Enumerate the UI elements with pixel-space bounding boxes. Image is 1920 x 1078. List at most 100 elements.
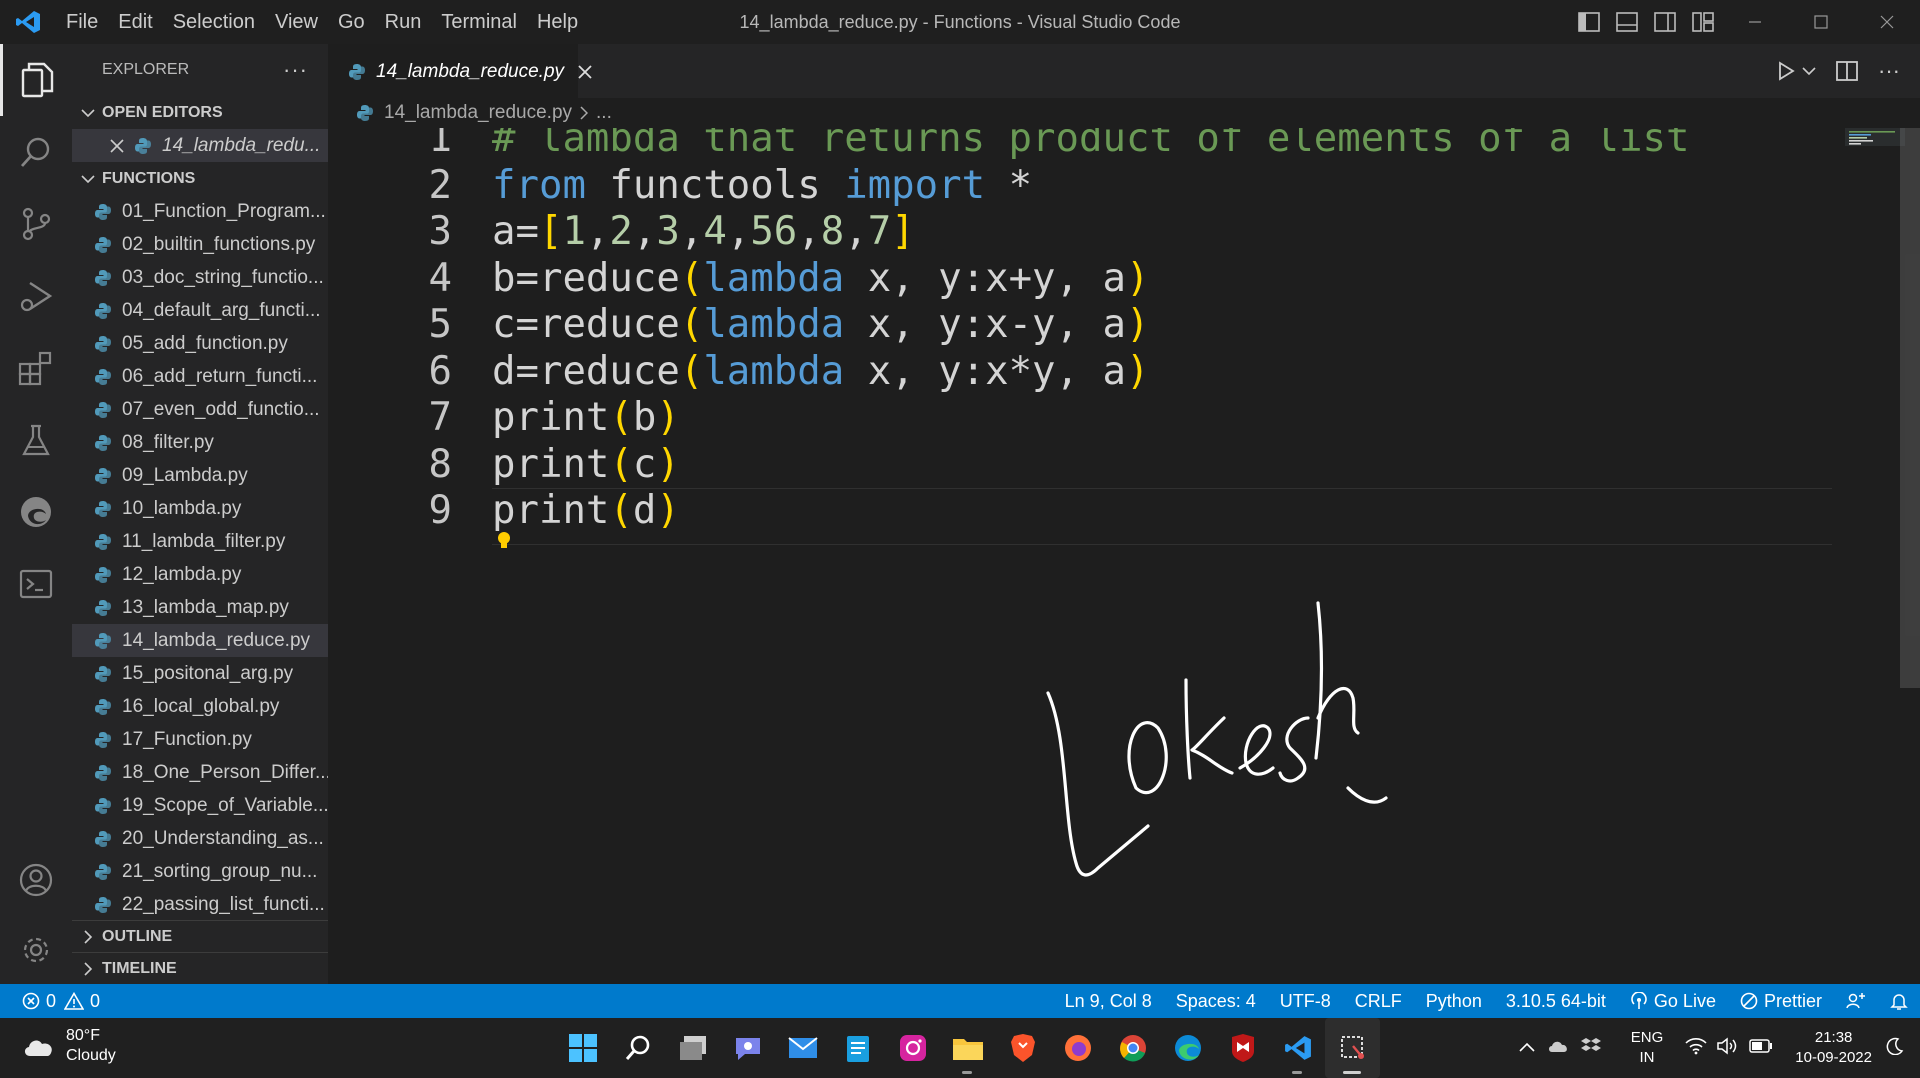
menu-edit[interactable]: Edit xyxy=(108,0,162,44)
weather-widget[interactable]: 80°F Cloudy xyxy=(22,1026,116,1066)
instagram-icon[interactable] xyxy=(885,1018,940,1078)
minimize-icon[interactable] xyxy=(1722,0,1788,44)
toggle-panel-icon[interactable] xyxy=(1614,11,1640,33)
run-debug-icon[interactable] xyxy=(0,260,72,332)
file-item[interactable]: 14_lambda_reduce.py xyxy=(72,624,328,657)
file-item[interactable]: 06_add_return_functi... xyxy=(72,360,328,393)
file-item[interactable]: 22_passing_list_functi... xyxy=(72,888,328,921)
source-control-icon[interactable] xyxy=(0,188,72,260)
feedback-icon[interactable] xyxy=(1834,992,1878,1010)
teams-chat-icon[interactable] xyxy=(720,1018,775,1078)
mcafee-icon[interactable] xyxy=(1215,1018,1270,1078)
file-item[interactable]: 17_Function.py xyxy=(72,723,328,756)
notepad-icon[interactable] xyxy=(830,1018,885,1078)
windows-start-icon[interactable] xyxy=(555,1018,610,1078)
editor-scrollbar[interactable] xyxy=(1900,128,1920,688)
file-item[interactable]: 09_Lambda.py xyxy=(72,459,328,492)
language-mode[interactable]: Python xyxy=(1414,991,1494,1012)
menu-run[interactable]: Run xyxy=(375,0,432,44)
encoding[interactable]: UTF-8 xyxy=(1268,991,1343,1012)
file-item[interactable]: 20_Understanding_as... xyxy=(72,822,328,855)
menu-file[interactable]: File xyxy=(56,0,108,44)
split-editor-icon[interactable] xyxy=(1836,61,1858,81)
wifi-icon[interactable] xyxy=(1685,1037,1707,1060)
menu-view[interactable]: View xyxy=(265,0,328,44)
maximize-icon[interactable] xyxy=(1788,0,1854,44)
file-item[interactable]: 08_filter.py xyxy=(72,426,328,459)
show-hidden-icons-icon[interactable] xyxy=(1519,1039,1535,1057)
edge-devtools-icon[interactable] xyxy=(0,476,72,548)
mail-icon[interactable] xyxy=(775,1018,830,1078)
menu-selection[interactable]: Selection xyxy=(163,0,265,44)
dropbox-icon[interactable] xyxy=(1580,1037,1601,1060)
file-item[interactable]: 13_lambda_map.py xyxy=(72,591,328,624)
file-item[interactable]: 01_Function_Program... xyxy=(72,195,328,228)
more-actions-icon[interactable]: ··· xyxy=(283,57,308,83)
tab-14-lambda-reduce[interactable]: 14_lambda_reduce.py xyxy=(328,44,592,98)
battery-icon[interactable] xyxy=(1749,1038,1773,1058)
file-item[interactable]: 15_positonal_arg.py xyxy=(72,657,328,690)
run-python-file-icon[interactable] xyxy=(1776,61,1816,81)
file-item[interactable]: 21_sorting_group_nu... xyxy=(72,855,328,888)
file-item[interactable]: 10_lambda.py xyxy=(72,492,328,525)
more-actions-icon[interactable]: ··· xyxy=(1878,58,1900,84)
explorer-icon[interactable] xyxy=(0,44,72,116)
file-item[interactable]: 11_lambda_filter.py xyxy=(72,525,328,558)
code-line[interactable]: 9 print(d) xyxy=(328,482,680,539)
onedrive-icon[interactable] xyxy=(1547,1038,1569,1059)
account-icon[interactable] xyxy=(0,844,72,916)
end-of-line[interactable]: CRLF xyxy=(1343,991,1414,1012)
customize-layout-icon[interactable] xyxy=(1690,11,1716,33)
file-item[interactable]: 05_add_function.py xyxy=(72,327,328,360)
focus-moon-icon[interactable] xyxy=(1886,1037,1904,1060)
edge-icon[interactable] xyxy=(1160,1018,1215,1078)
file-item[interactable]: 02_builtin_functions.py xyxy=(72,228,328,261)
file-item[interactable]: 18_One_Person_Differ... xyxy=(72,756,328,789)
input-language[interactable]: ENG IN xyxy=(1631,1028,1664,1068)
file-item[interactable]: 07_even_odd_functio... xyxy=(72,393,328,426)
settings-gear-icon[interactable] xyxy=(0,914,72,986)
problems-indicator[interactable]: 0 0 xyxy=(0,991,100,1012)
menu-help[interactable]: Help xyxy=(527,0,588,44)
menu-go[interactable]: Go xyxy=(328,0,375,44)
file-item[interactable]: 16_local_global.py xyxy=(72,690,328,723)
prettier-button[interactable]: Prettier xyxy=(1728,991,1834,1012)
brave-icon[interactable] xyxy=(995,1018,1050,1078)
cursor-position[interactable]: Ln 9, Col 8 xyxy=(1053,991,1164,1012)
python-interpreter[interactable]: 3.10.5 64-bit xyxy=(1494,991,1618,1012)
open-editor-item[interactable]: 14_lambda_redu... xyxy=(72,129,328,162)
file-item[interactable]: 03_doc_string_functio... xyxy=(72,261,328,294)
testing-icon[interactable] xyxy=(0,404,72,476)
open-editors-section[interactable]: OPEN EDITORS xyxy=(72,96,328,129)
close-window-icon[interactable] xyxy=(1854,0,1920,44)
chrome-icon[interactable] xyxy=(1105,1018,1160,1078)
clock[interactable]: 21:38 10-09-2022 xyxy=(1795,1028,1872,1068)
toggle-primary-sidebar-icon[interactable] xyxy=(1576,11,1602,33)
indentation[interactable]: Spaces: 4 xyxy=(1164,991,1268,1012)
volume-icon[interactable] xyxy=(1717,1036,1739,1060)
vscode-icon[interactable] xyxy=(1270,1018,1325,1078)
breadcrumb-file[interactable]: 14_lambda_reduce.py xyxy=(384,102,572,124)
file-item[interactable]: 19_Scope_of_Variable... xyxy=(72,789,328,822)
file-item[interactable]: 04_default_arg_functi... xyxy=(72,294,328,327)
file-explorer-icon[interactable] xyxy=(940,1018,995,1078)
file-item[interactable]: 12_lambda.py xyxy=(72,558,328,591)
search-icon[interactable] xyxy=(610,1018,665,1078)
code-editor[interactable]: 1 # lambda that returns product of elemen… xyxy=(328,128,1920,984)
outline-section[interactable]: OUTLINE xyxy=(72,920,328,953)
toggle-secondary-sidebar-icon[interactable] xyxy=(1652,11,1678,33)
go-live-button[interactable]: Go Live xyxy=(1618,991,1728,1012)
menu-terminal[interactable]: Terminal xyxy=(431,0,527,44)
snipping-tool-icon[interactable] xyxy=(1325,1018,1380,1078)
breadcrumb-symbol[interactable]: ... xyxy=(596,102,612,124)
close-tab-icon[interactable] xyxy=(578,63,592,81)
notifications-bell-icon[interactable] xyxy=(1878,992,1920,1010)
search-icon[interactable] xyxy=(0,116,72,188)
lightbulb-icon[interactable] xyxy=(496,530,512,557)
firefox-icon[interactable] xyxy=(1050,1018,1105,1078)
close-editor-icon[interactable] xyxy=(110,138,124,153)
folder-section[interactable]: FUNCTIONS xyxy=(72,162,328,195)
timeline-section[interactable]: TIMELINE xyxy=(72,952,328,985)
terminal-icon[interactable] xyxy=(0,548,72,620)
task-view-icon[interactable] xyxy=(665,1018,720,1078)
